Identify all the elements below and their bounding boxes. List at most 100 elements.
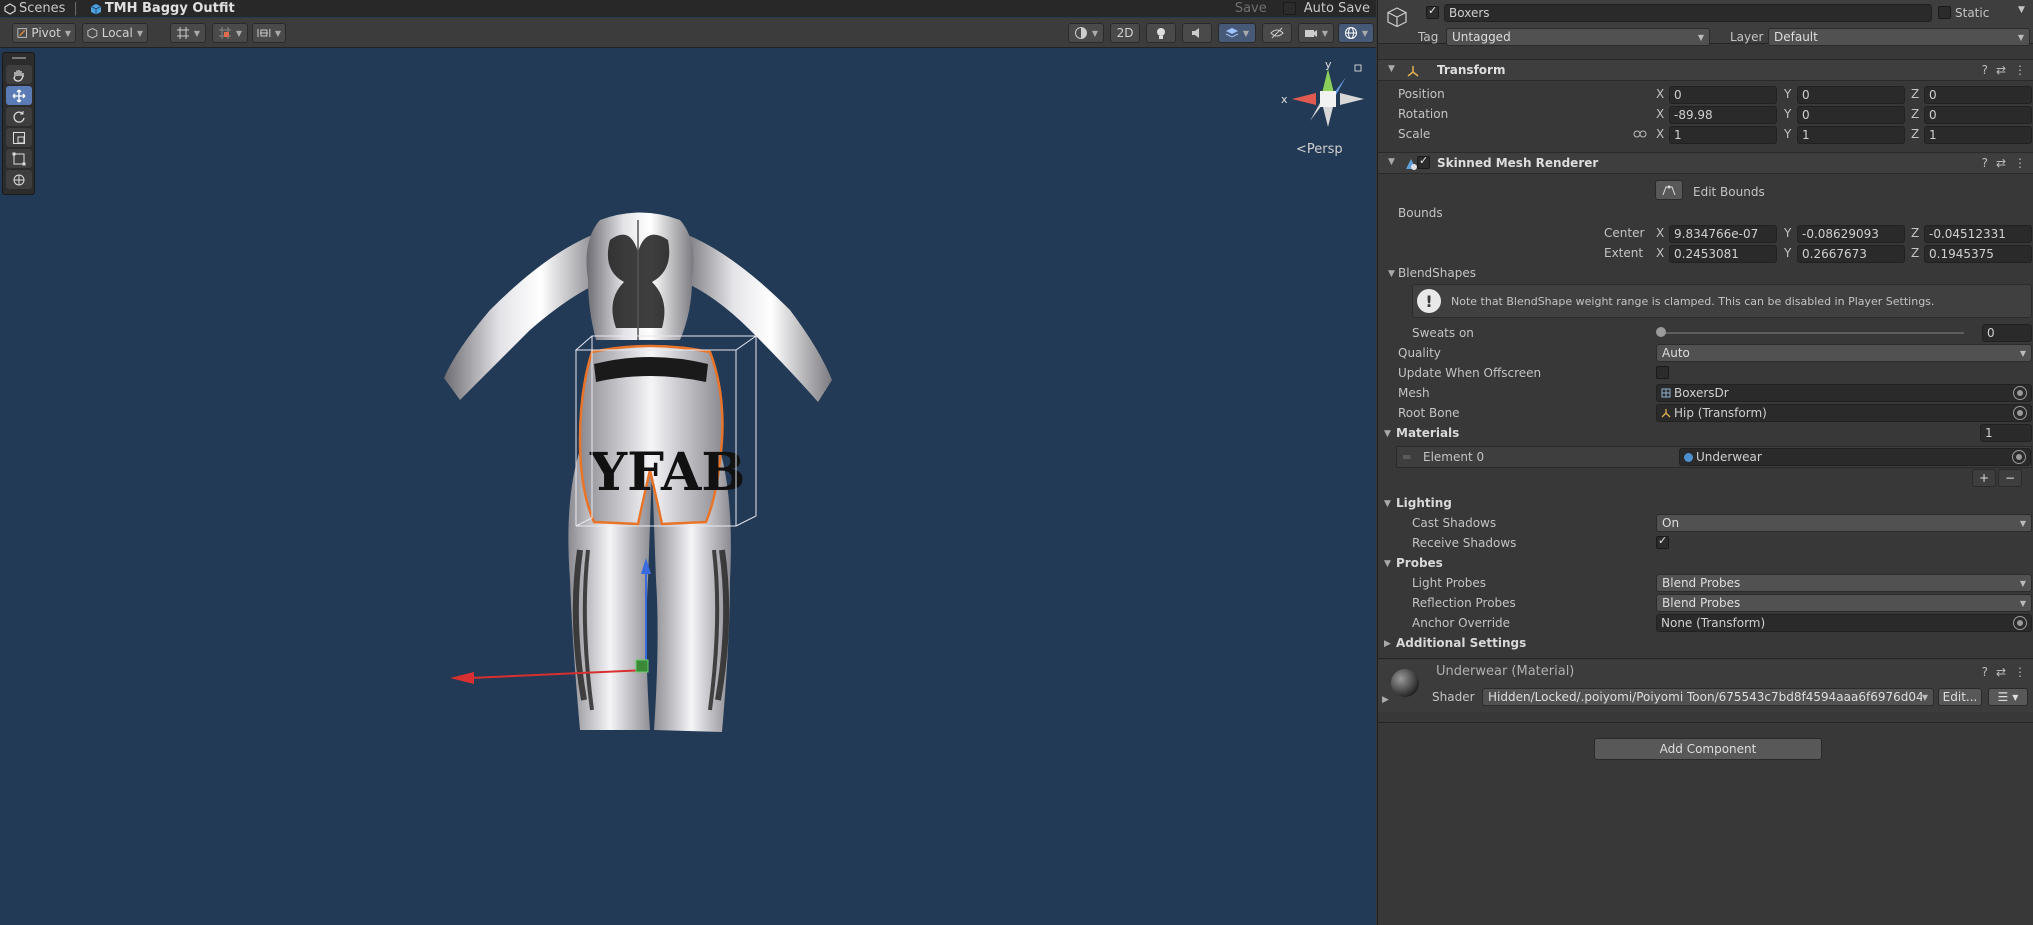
transform-tool-button[interactable] — [5, 170, 32, 189]
anchor-override-object-field[interactable]: None (Transform) — [1656, 614, 2032, 632]
position-x-field[interactable]: 0 — [1669, 86, 1777, 104]
sweats-value-field[interactable]: 0 — [1982, 324, 2032, 342]
align-button[interactable]: ▼ — [252, 23, 286, 43]
move-tool-button[interactable] — [5, 86, 32, 105]
add-element-button[interactable]: + — [1972, 469, 1996, 487]
local-dropdown[interactable]: Local ▼ — [82, 23, 148, 43]
root-bone-object-field[interactable]: Hip (Transform) — [1656, 404, 2032, 422]
layer-dropdown[interactable]: Default ▼ — [1768, 28, 2030, 46]
rotation-z-field[interactable]: 0 — [1924, 106, 2032, 124]
gizmos-dropdown[interactable]: ▼ — [1338, 23, 1374, 43]
probes-label[interactable]: Probes — [1396, 556, 1443, 570]
breadcrumb-current-prefab[interactable]: TMH Baggy Outfit — [105, 1, 235, 16]
constrain-proportions-link-icon[interactable] — [1633, 128, 1647, 140]
rotation-x-field[interactable]: -89.98 — [1669, 106, 1777, 124]
extent-x-field[interactable]: 0.2453081 — [1669, 245, 1777, 263]
effects-dropdown[interactable]: ▼ — [1218, 23, 1256, 43]
cast-shadows-dropdown[interactable]: On ▼ — [1656, 514, 2032, 532]
foldout-arrow-icon[interactable]: ▼ — [1388, 157, 1395, 167]
scene-view[interactable]: Scenes | TMH Baggy Outfit Save Auto Save… — [0, 0, 1376, 925]
transform-header[interactable]: ▼ Transform ? ⇄ ⋮ — [1378, 59, 2033, 81]
materials-count-field[interactable]: 1 — [1980, 424, 2032, 442]
object-picker-icon[interactable] — [2013, 616, 2027, 630]
audio-toggle[interactable] — [1182, 23, 1212, 43]
foldout-arrow-icon[interactable]: ▼ — [1388, 64, 1395, 74]
blendshapes-label[interactable]: BlendShapes — [1398, 266, 1476, 280]
update-offscreen-checkbox[interactable] — [1656, 366, 1669, 379]
preset-icon[interactable]: ⇄ — [1996, 665, 2006, 679]
scale-y-field[interactable]: 1 — [1797, 126, 1905, 144]
material-foldout-icon[interactable]: ▶ — [1382, 695, 1389, 705]
draw-mode-dropdown[interactable]: ▼ — [1068, 23, 1104, 43]
preset-icon[interactable]: ⇄ — [1996, 156, 2006, 170]
breadcrumb-scenes[interactable]: Scenes — [19, 1, 65, 16]
center-x-field[interactable]: 9.834766e-07 — [1669, 225, 1777, 243]
element0-object-field[interactable]: Underwear — [1679, 448, 2031, 466]
probes-foldout-icon[interactable]: ▼ — [1384, 559, 1391, 569]
remove-element-button[interactable]: − — [1998, 469, 2022, 487]
shader-options-dropdown[interactable]: ☰ ▼ — [1988, 688, 2028, 706]
rotate-tool-button[interactable] — [5, 107, 32, 126]
sweats-slider-track[interactable] — [1660, 332, 1964, 334]
scale-z-field[interactable]: 1 — [1924, 126, 2032, 144]
kebab-menu-icon[interactable]: ⋮ — [2014, 156, 2026, 170]
materials-foldout-icon[interactable]: ▼ — [1384, 429, 1391, 439]
reflection-probes-dropdown[interactable]: Blend Probes ▼ — [1656, 594, 2032, 612]
help-icon[interactable]: ? — [1982, 665, 1988, 679]
sweats-slider-thumb[interactable] — [1656, 327, 1666, 337]
add-component-button[interactable]: Add Component — [1594, 738, 1822, 760]
hand-tool-button[interactable] — [5, 65, 32, 84]
outfit-model[interactable]: YFAB — [430, 200, 900, 780]
hidden-objects-toggle[interactable] — [1262, 23, 1292, 43]
grid-snap-button[interactable]: ▼ — [170, 23, 206, 43]
edit-bounds-button[interactable] — [1655, 180, 1683, 200]
lighting-toggle[interactable] — [1146, 23, 1176, 43]
rect-tool-button[interactable] — [5, 149, 32, 168]
light-probes-dropdown[interactable]: Blend Probes ▼ — [1656, 574, 2032, 592]
scale-tool-button[interactable] — [5, 128, 32, 147]
scale-x-field[interactable]: 1 — [1669, 126, 1777, 144]
reorder-handle-icon[interactable]: ═ — [1403, 450, 1410, 464]
object-picker-icon[interactable] — [2013, 406, 2027, 420]
projection-toggle[interactable]: <Persp — [1296, 142, 1343, 157]
rotation-y-field[interactable]: 0 — [1797, 106, 1905, 124]
object-picker-icon[interactable] — [2012, 450, 2026, 464]
lighting-foldout-icon[interactable]: ▼ — [1384, 499, 1391, 509]
mesh-object-field[interactable]: BoxersDr — [1656, 384, 2032, 402]
position-y-field[interactable]: 0 — [1797, 86, 1905, 104]
pivot-dropdown[interactable]: Pivot ▼ — [12, 23, 76, 43]
kebab-menu-icon[interactable]: ⋮ — [2014, 63, 2026, 77]
lighting-label[interactable]: Lighting — [1396, 496, 1452, 510]
tag-dropdown[interactable]: Untagged ▼ — [1446, 28, 1710, 46]
shader-dropdown[interactable]: Hidden/Locked/.poiyomi/Poiyomi Toon/6755… — [1482, 688, 1934, 706]
additional-settings-label[interactable]: Additional Settings — [1396, 636, 1526, 650]
auto-save-checkbox[interactable] — [1282, 2, 1296, 15]
center-z-field[interactable]: -0.04512331 — [1924, 225, 2032, 243]
static-checkbox[interactable] — [1938, 6, 1951, 19]
shader-edit-button[interactable]: Edit... — [1938, 688, 1982, 706]
camera-settings-dropdown[interactable]: ▼ — [1298, 23, 1334, 43]
smr-enabled-checkbox[interactable] — [1417, 154, 1430, 169]
gizmo-lock-icon[interactable] — [1354, 64, 1362, 72]
object-name-field[interactable]: Boxers — [1444, 4, 1932, 22]
object-picker-icon[interactable] — [2013, 386, 2027, 400]
static-dropdown-chevron-icon[interactable]: ▼ — [2018, 5, 2025, 15]
position-z-field[interactable]: 0 — [1924, 86, 2032, 104]
save-button[interactable]: Save — [1227, 1, 1275, 16]
help-icon[interactable]: ? — [1982, 63, 1988, 77]
blendshapes-foldout-icon[interactable]: ▼ — [1388, 269, 1395, 279]
extent-z-field[interactable]: 0.1945375 — [1924, 245, 2032, 263]
extent-y-field[interactable]: 0.2667673 — [1797, 245, 1905, 263]
help-icon[interactable]: ? — [1982, 156, 1988, 170]
snap-increment-button[interactable]: ▼ — [212, 23, 248, 43]
drag-handle[interactable] — [3, 53, 34, 63]
kebab-menu-icon[interactable]: ⋮ — [2014, 665, 2026, 679]
active-checkbox[interactable] — [1426, 4, 1439, 19]
additional-settings-foldout-icon[interactable]: ▶ — [1384, 639, 1391, 649]
skinned-mesh-renderer-header[interactable]: ▼ Skinned Mesh Renderer ? ⇄ ⋮ — [1378, 152, 2033, 174]
preset-icon[interactable]: ⇄ — [1996, 63, 2006, 77]
move-handle-plane[interactable] — [635, 659, 649, 673]
center-y-field[interactable]: -0.08629093 — [1797, 225, 1905, 243]
2d-toggle[interactable]: 2D — [1110, 23, 1140, 43]
quality-dropdown[interactable]: Auto ▼ — [1656, 344, 2032, 362]
